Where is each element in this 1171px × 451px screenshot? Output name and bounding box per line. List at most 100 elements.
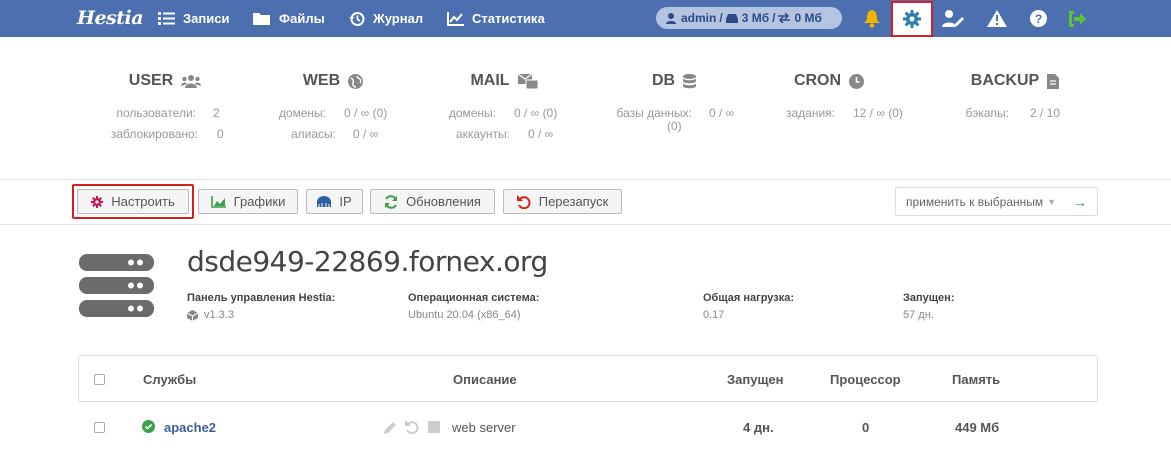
graphs-button-label: Графики [233, 194, 286, 209]
top-navbar: Hestia Записи Файлы Журнал Статистика ad… [0, 0, 1171, 37]
bulk-action-select[interactable]: применить к выбранным ▼ → [895, 187, 1098, 216]
stat-db-extra: (0) [667, 119, 682, 133]
header-cpu[interactable]: Процессор [830, 372, 901, 387]
stat-web-row-2: алиасы: 0 / ∞ [230, 127, 410, 143]
stat-web[interactable]: WEB [248, 70, 418, 92]
updates-button-label: Обновления [406, 194, 481, 209]
os-label: Операционная система: [408, 292, 540, 304]
gear-icon [903, 10, 921, 28]
stat-web-value-2: 0 / ∞ [353, 127, 379, 141]
bandwidth-usage: 0 Мб [794, 11, 822, 25]
chart-icon [447, 11, 464, 26]
select-all-checkbox[interactable] [94, 374, 105, 385]
stat-user-title: USER [128, 72, 174, 89]
stat-user-row-2: заблокировано: 0 [0, 127, 224, 143]
restart-button[interactable]: Перезапуск [503, 189, 622, 214]
stat-web-value-1: 0 / ∞ (0) [344, 106, 388, 120]
uptime-label: Запущен: [903, 292, 955, 304]
nav-files-label: Файлы [279, 11, 325, 26]
hdd-icon [725, 13, 738, 23]
bell-icon [864, 9, 880, 28]
stat-user-label-2: заблокировано: [110, 127, 198, 141]
help-button[interactable]: ? [1023, 0, 1053, 37]
graphs-button[interactable]: Графики [198, 189, 298, 214]
database-icon [683, 73, 697, 88]
stat-user-row-1: пользователи: 2 [0, 106, 220, 122]
panel-version-block: Панель управления Hestia: v1.3.3 [187, 292, 335, 321]
nav-records[interactable]: Записи [158, 0, 229, 37]
user-icon [666, 12, 676, 24]
nav-stats-label: Статистика [472, 11, 545, 26]
logout-button[interactable] [1062, 0, 1092, 37]
arrow-right-icon[interactable]: → [1073, 194, 1087, 210]
stat-backup-title: BACKUP [970, 72, 1040, 89]
configure-button[interactable]: Настроить [77, 189, 189, 214]
stat-mail-label-2: аккаунты: [455, 127, 510, 141]
area-chart-icon [210, 195, 226, 208]
header-uptime[interactable]: Запущен [727, 372, 784, 387]
gear-icon [91, 195, 104, 208]
stat-backup-row-1: бэкапы: 2 / 10 [920, 106, 1120, 122]
warning-icon [987, 10, 1007, 27]
restart-icon[interactable] [405, 420, 419, 434]
ip-button-label: IP [339, 194, 352, 209]
service-description: web server [452, 420, 516, 435]
edit-icon[interactable] [384, 421, 397, 434]
stat-user[interactable]: USER [80, 70, 250, 92]
nav-stats[interactable]: Статистика [447, 0, 545, 37]
header-description[interactable]: Описание [453, 372, 517, 387]
panel-version-value: v1.3.3 [204, 309, 234, 321]
service-cpu: 0 [862, 420, 870, 435]
header-services[interactable]: Службы [143, 372, 196, 387]
stat-web-label-2: алиасы: [290, 127, 336, 141]
updates-button[interactable]: Обновления [370, 189, 495, 214]
stat-mail-title: MAIL [470, 72, 510, 89]
configure-button-label: Настроить [111, 194, 175, 209]
toolbar-bottom-divider [0, 224, 1171, 225]
user-edit-button[interactable] [938, 0, 968, 37]
stat-mail-value-2: 0 / ∞ [528, 127, 554, 141]
stat-cron-row-1: задания: 12 / ∞ (0) [730, 106, 930, 122]
stat-mail-label-1: домены: [448, 106, 496, 120]
os-block: Операционная система: Ubuntu 20.04 (x86_… [408, 292, 539, 321]
stat-db[interactable]: DB [589, 70, 759, 92]
user-edit-icon [942, 10, 964, 27]
server-settings-button[interactable] [891, 1, 933, 37]
notifications-button[interactable] [857, 0, 887, 37]
stat-cron-title: CRON [793, 72, 842, 89]
nav-log[interactable]: Журнал [349, 0, 423, 37]
system-warnings-button[interactable] [982, 0, 1012, 37]
load-block: Общая нагрузка: 0.17 [703, 292, 794, 321]
stat-backup[interactable]: BACKUP [930, 70, 1100, 92]
header-memory[interactable]: Память [952, 372, 1000, 387]
services-table-header: Службы Описание Запущен Процессор Память [78, 355, 1098, 402]
stat-mail-row-1: домены: 0 / ∞ (0) [400, 106, 580, 122]
nav-records-label: Записи [183, 11, 230, 26]
uptime-value: 57 дн. [903, 309, 934, 321]
server-hostname: dsde949-22869.fornex.org [187, 245, 548, 278]
nav-files[interactable]: Файлы [253, 0, 325, 37]
service-uptime: 4 дн. [743, 420, 774, 435]
hestia-logo[interactable]: Hestia [77, 4, 144, 32]
bulk-action-label: применить к выбранным [906, 194, 1044, 209]
stat-backup-label-1: бэкапы: [965, 106, 1009, 120]
network-icon [317, 196, 332, 207]
globe-icon [348, 73, 364, 89]
server-icon [79, 254, 154, 317]
stat-cron-label-1: задания: [785, 106, 835, 120]
load-value: 0.17 [703, 309, 725, 321]
stat-mail[interactable]: MAIL [419, 70, 589, 92]
load-label: Общая нагрузка: [703, 292, 795, 304]
stat-web-title: WEB [302, 72, 341, 89]
stat-cron-value-1: 12 / ∞ (0) [853, 106, 903, 120]
stop-icon[interactable] [428, 421, 440, 433]
user-info-pill[interactable]: admin / 3 Мб / 0 Мб [656, 7, 842, 29]
row-checkbox[interactable] [94, 422, 105, 433]
folder-icon [253, 13, 270, 25]
clock-icon [849, 73, 865, 89]
service-name-link[interactable]: apache2 [164, 420, 216, 435]
uptime-block: Запущен: 57 дн. [903, 292, 954, 321]
ip-button[interactable]: IP [306, 189, 363, 214]
undo-icon [516, 194, 531, 209]
stat-cron[interactable]: CRON [744, 70, 914, 92]
